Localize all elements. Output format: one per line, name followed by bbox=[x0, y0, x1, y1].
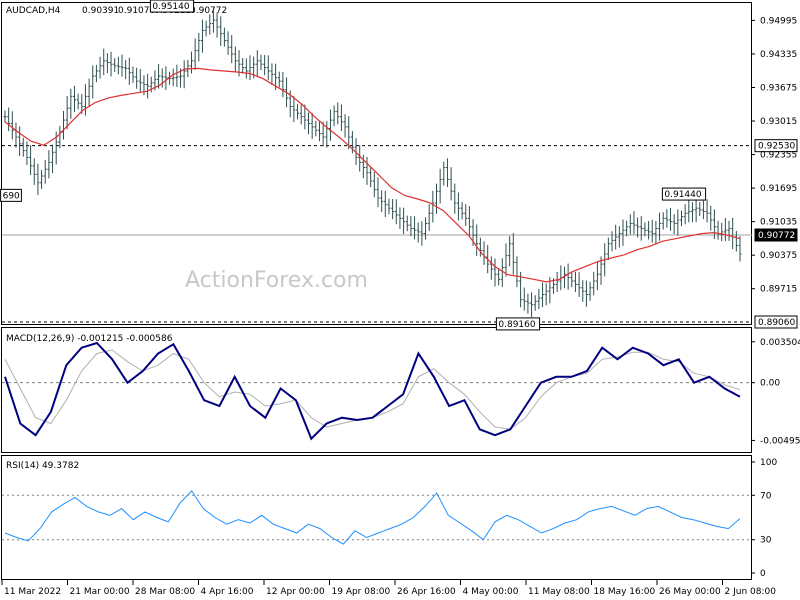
macd-tick-label: 0.00 bbox=[760, 379, 780, 389]
price-tick-label: 0.94995 bbox=[760, 16, 797, 26]
moving-average-line bbox=[4, 67, 741, 283]
macd-line bbox=[4, 341, 741, 441]
time-tick-label: 11 May 08:00 bbox=[528, 587, 590, 597]
price-series bbox=[3, 7, 742, 317]
annotation-label: 0.95140 bbox=[152, 2, 189, 12]
time-tick-label: 26 May 00:00 bbox=[659, 587, 721, 597]
rsi-panel-frame bbox=[1, 455, 752, 580]
price-level-label: 0.90772 bbox=[758, 231, 795, 241]
ohlc-close: 0.90772 bbox=[190, 6, 227, 16]
time-tick-label: 11 Mar 2022 bbox=[4, 587, 61, 597]
forex-chart: ActionForex.com AUDCAD,H4 0.90391 0.9107… bbox=[0, 0, 800, 597]
ohlc-high: 0.91070 bbox=[118, 6, 155, 16]
rsi-tick-label: 30 bbox=[760, 536, 772, 546]
annotation-label: 0.89160 bbox=[498, 320, 535, 330]
time-tick-label: 26 Apr 16:00 bbox=[397, 587, 456, 597]
watermark: ActionForex.com bbox=[185, 268, 368, 293]
price-tick-label: 0.93675 bbox=[760, 83, 797, 93]
time-tick-label: 2 Jun 08:00 bbox=[725, 587, 777, 597]
price-tick-label: 0.94335 bbox=[760, 50, 797, 60]
rsi-axis: 100 70 30 0 bbox=[751, 458, 777, 579]
macd-tick-label: -0.004953 bbox=[760, 436, 800, 446]
price-axis: 0.94995 0.94335 0.93675 0.93015 0.92355 0.916… bbox=[751, 16, 797, 295]
macd-panel-title: MACD(12,26,9) -0.001215 -0.000586 bbox=[6, 334, 173, 344]
macd-panel-frame bbox=[1, 327, 752, 453]
time-axis: 11 Mar 2022 21 Mar 00:00 28 Mar 08:00 4 Apr… bbox=[1, 580, 777, 597]
price-tick-label: 0.93015 bbox=[760, 117, 797, 127]
macd-tick-label: 0.003504 bbox=[760, 338, 800, 348]
rsi-tick-label: 0 bbox=[760, 569, 766, 579]
price-tick-label: 0.90375 bbox=[760, 251, 797, 261]
price-tick-label: 0.91035 bbox=[760, 218, 797, 228]
price-tick-label: 0.89715 bbox=[760, 285, 797, 295]
price-level-label: 0.89060 bbox=[758, 318, 795, 328]
time-tick-label: 28 Mar 08:00 bbox=[135, 587, 195, 597]
moving-average-series bbox=[4, 67, 741, 283]
time-tick-label: 4 May 00:00 bbox=[463, 587, 519, 597]
macd-series bbox=[4, 341, 741, 441]
time-tick-label: 4 Apr 16:00 bbox=[201, 587, 254, 597]
rsi-tick-label: 100 bbox=[760, 458, 777, 468]
time-tick-label: 18 May 16:00 bbox=[594, 587, 656, 597]
time-tick-label: 21 Mar 00:00 bbox=[70, 587, 130, 597]
rsi-line bbox=[4, 490, 741, 545]
price-panel-title: AUDCAD,H4 bbox=[6, 6, 61, 16]
price-panel-frame bbox=[1, 2, 752, 325]
time-tick-label: 19 Apr 08:00 bbox=[332, 587, 391, 597]
annotation-label: 0.91440 bbox=[664, 190, 701, 200]
price-tick-label: 0.91695 bbox=[760, 184, 797, 194]
price-tick-label: 0.92355 bbox=[760, 151, 797, 161]
macd-axis: 0.003504 0.00 -0.004953 bbox=[751, 338, 800, 446]
time-tick-label: 12 Apr 00:00 bbox=[266, 587, 325, 597]
rsi-series bbox=[4, 490, 741, 545]
rsi-panel-title: RSI(14) 49.3782 bbox=[6, 461, 79, 471]
annotation-label: 690 bbox=[3, 191, 20, 201]
ohlc-open: 0.90391 bbox=[82, 6, 119, 16]
rsi-tick-label: 70 bbox=[760, 491, 772, 501]
